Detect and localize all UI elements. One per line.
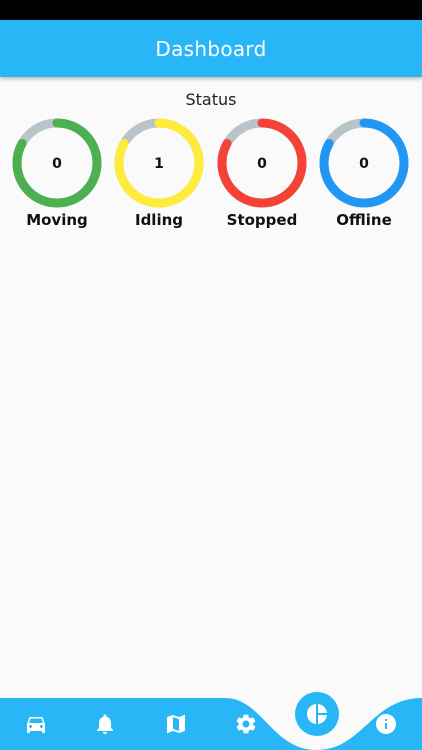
gauge-ring: 0: [217, 118, 307, 208]
gauge-moving[interactable]: 0 Moving: [7, 116, 107, 229]
nav-settings-button[interactable]: [226, 704, 266, 744]
page-title: Dashboard: [155, 36, 267, 61]
gauge-count: 0: [359, 156, 369, 172]
system-status-bar: [0, 0, 422, 20]
gauge-count: 1: [154, 156, 164, 172]
map-icon: [167, 715, 185, 733]
bottom-navigation: [0, 698, 422, 750]
info-icon: [376, 714, 396, 734]
nav-info-button[interactable]: [366, 704, 406, 744]
car-icon: [27, 717, 45, 733]
gauge-ring: 0: [319, 118, 409, 208]
nav-map-button[interactable]: [156, 704, 196, 744]
gauge-stopped[interactable]: 0 Stopped: [212, 116, 312, 229]
app-bar: Dashboard: [0, 20, 422, 77]
gauge-label: Offline: [336, 211, 392, 229]
gauge-label: Moving: [26, 211, 88, 229]
gauge-label: Stopped: [226, 211, 298, 229]
nav-dashboard-button[interactable]: [295, 692, 339, 736]
gauge-idling[interactable]: 1 Idling: [109, 116, 209, 229]
gauge-offline[interactable]: 0 Offline: [314, 116, 414, 229]
gauge-count: 0: [52, 156, 62, 172]
status-section-title: Status: [185, 90, 237, 109]
gauge-label: Idling: [134, 211, 184, 229]
status-gauges: 0 Moving 1 Idling 0 Stopped 0 Offline: [0, 116, 422, 236]
nav-alerts-button[interactable]: [85, 704, 125, 744]
bottom-nav-background: [0, 698, 422, 750]
pie-chart-icon: [307, 704, 327, 724]
bell-icon: [97, 714, 113, 734]
gauge-count: 0: [257, 156, 267, 172]
gear-icon: [236, 714, 256, 734]
gauge-ring: 0: [12, 118, 102, 208]
gauge-ring: 1: [114, 118, 204, 208]
nav-car-button[interactable]: [16, 704, 56, 744]
